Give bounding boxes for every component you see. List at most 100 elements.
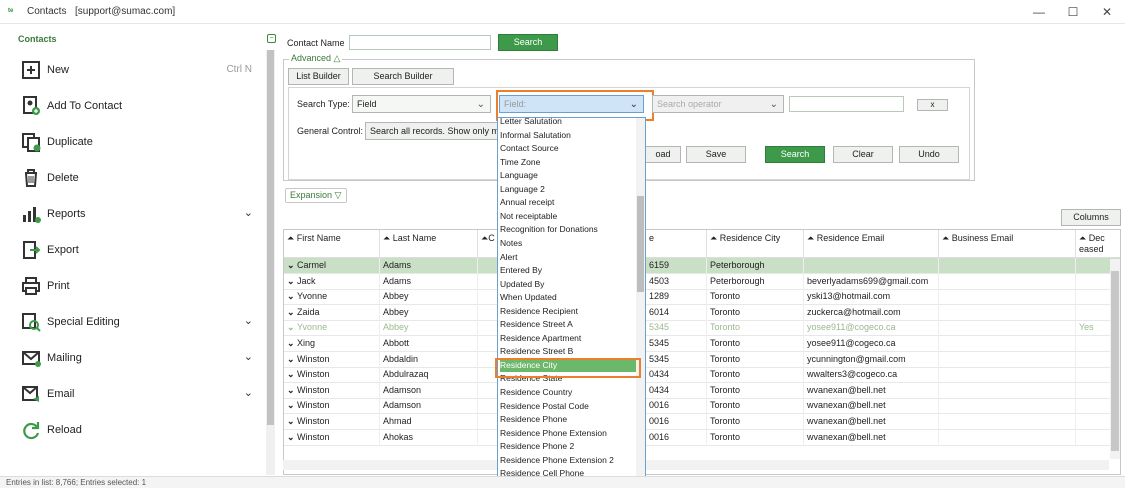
dropdown-option[interactable]: Recognition for Donations: [500, 223, 636, 236]
advanced-search-button[interactable]: Search: [765, 146, 825, 163]
row-expand-icon[interactable]: ⌄: [287, 400, 297, 410]
contact-name-input[interactable]: [349, 35, 491, 50]
dropdown-option[interactable]: Letter Salutation: [500, 118, 636, 128]
search-operator-select[interactable]: Search operator ⌄: [652, 95, 784, 113]
undo-button[interactable]: Undo: [899, 146, 959, 163]
contact-search-button[interactable]: Search: [498, 34, 558, 51]
row-expand-icon[interactable]: ⌄: [287, 338, 297, 348]
sidebar-item-mailing[interactable]: Mailing ⌄: [18, 345, 258, 371]
dropdown-option[interactable]: Residence Recipient: [500, 305, 636, 318]
close-button[interactable]: ✕: [1090, 2, 1124, 22]
scrollbar-thumb[interactable]: [1111, 271, 1119, 451]
sidebar-item-special-editing[interactable]: Special Editing ⌄: [18, 309, 258, 335]
dropdown-option[interactable]: Residence Phone 2: [500, 440, 636, 453]
row-expand-icon[interactable]: ⌄: [287, 260, 297, 270]
remove-criterion-button[interactable]: x: [917, 99, 948, 111]
sidebar-item-export[interactable]: Export: [18, 237, 258, 263]
table-row[interactable]: ⌄ Winston Ahmad 0016 Toronto wvanexan@bell.n…: [284, 414, 1120, 430]
dropdown-option[interactable]: Alert: [500, 251, 636, 264]
clear-button[interactable]: Clear: [833, 146, 893, 163]
columns-button[interactable]: Columns: [1061, 209, 1121, 226]
dropdown-option[interactable]: Residence Phone Extension 2: [500, 454, 636, 467]
sidebar-item-reload[interactable]: Reload: [18, 417, 258, 443]
dropdown-option[interactable]: Residence Street B: [500, 345, 636, 358]
scrollbar-thumb[interactable]: [637, 196, 644, 292]
grid-vertical-scrollbar[interactable]: [1110, 259, 1120, 459]
dropdown-option[interactable]: Time Zone: [500, 156, 636, 169]
row-expand-icon[interactable]: ⌄: [287, 416, 297, 426]
load-button[interactable]: oad: [645, 146, 681, 163]
dropdown-option[interactable]: When Updated: [500, 291, 636, 304]
sidebar-item-new[interactable]: New Ctrl N: [18, 57, 258, 83]
chevron-down-icon[interactable]: ⌄: [244, 350, 253, 363]
sidebar-item-add-to-contact[interactable]: Add To Contact: [18, 93, 258, 119]
row-expand-icon[interactable]: ⌄: [287, 385, 297, 395]
dropdown-option[interactable]: Language: [500, 169, 636, 182]
collapse-search-button[interactable]: −: [267, 34, 276, 43]
dropdown-scrollbar[interactable]: [636, 118, 645, 487]
dropdown-option[interactable]: Updated By: [500, 278, 636, 291]
dropdown-option[interactable]: Residence Phone Extension: [500, 427, 636, 440]
scrollbar-thumb[interactable]: [267, 50, 274, 425]
dropdown-option[interactable]: Residence Apartment: [500, 332, 636, 345]
table-row[interactable]: ⌄ Winston Abdaldin 5345 Toronto ycunnington@…: [284, 351, 1120, 368]
table-row[interactable]: ⌄ Winston Adamson 0434 Toronto wvanexan@bell…: [284, 382, 1120, 399]
dropdown-option[interactable]: Residence Phone: [500, 413, 636, 426]
minimize-button[interactable]: —: [1022, 2, 1056, 22]
row-expand-icon[interactable]: ⌄: [287, 276, 297, 286]
table-row[interactable]: ⌄ Yvonne Abbey 1289 Toronto yski13@hotmail.c…: [284, 289, 1120, 306]
row-expand-icon[interactable]: ⌄: [287, 369, 297, 379]
row-expand-icon[interactable]: ⌄: [287, 322, 297, 332]
search-builder-tab[interactable]: Search Builder: [352, 68, 454, 85]
search-value-input[interactable]: [789, 96, 904, 112]
dropdown-option[interactable]: Notes: [500, 237, 636, 250]
sidebar-item-delete[interactable]: Delete: [18, 165, 258, 191]
dropdown-option[interactable]: Contact Source: [500, 142, 636, 155]
table-row[interactable]: ⌄ Yvonne Abbey 5345 Toronto yosee911@cogeco.…: [284, 320, 1120, 337]
table-row[interactable]: ⌄ Winston Adamson 0016 Toronto wvanexan@bell…: [284, 398, 1120, 415]
row-expand-icon[interactable]: ⌄: [287, 307, 297, 317]
table-row[interactable]: ⌄ Xing Abbott 5345 Toronto yosee911@cogeco.c…: [284, 336, 1120, 352]
column-header-c[interactable]: ⏶C: [478, 230, 498, 258]
sidebar-item-print[interactable]: Print: [18, 273, 258, 299]
expansion-toggle[interactable]: Expansion ▽: [285, 188, 347, 203]
table-row[interactable]: ⌄ Carmel Adams 6159 Peterborough: [284, 258, 1120, 274]
dropdown-option[interactable]: Entered By: [500, 264, 636, 277]
chevron-down-icon[interactable]: ⌄: [244, 206, 253, 219]
sidebar-item-duplicate[interactable]: Duplicate: [18, 129, 258, 155]
list-builder-tab[interactable]: List Builder: [288, 68, 349, 85]
grid-horizontal-scrollbar[interactable]: [283, 460, 1109, 470]
dropdown-option[interactable]: Language 2: [500, 183, 636, 196]
search-type-select[interactable]: Field ⌄: [352, 95, 491, 113]
row-expand-icon[interactable]: ⌄: [287, 432, 297, 442]
chevron-down-icon[interactable]: ⌄: [244, 386, 253, 399]
save-button[interactable]: Save: [686, 146, 746, 163]
column-header-last-name[interactable]: ⏶ Last Name: [380, 230, 478, 258]
column-header-business-email[interactable]: ⏶ Business Email: [939, 230, 1076, 258]
dropdown-option[interactable]: Residence Country: [500, 386, 636, 399]
table-row[interactable]: ⌄ Winston Ahokas 0016 Toronto wvanexan@bell.…: [284, 429, 1120, 446]
sidebar-item-reports[interactable]: Reports ⌄: [18, 201, 258, 227]
dropdown-option[interactable]: Residence Postal Code: [500, 400, 636, 413]
column-header-first-name[interactable]: ⏶ First Name: [284, 230, 380, 258]
table-row[interactable]: ⌄ Zaida Abbey 6014 Toronto zuckerca@hotmail.…: [284, 304, 1120, 321]
column-header-residence-city[interactable]: ⏶ Residence City: [707, 230, 804, 258]
table-row[interactable]: ⌄ Winston Abdulrazaq 0434 Toronto wwalters3@…: [284, 367, 1120, 384]
sidebar-scrollbar[interactable]: [266, 50, 275, 475]
dropdown-option[interactable]: Informal Salutation: [500, 129, 636, 142]
chevron-down-icon[interactable]: ⌄: [244, 314, 253, 327]
column-header-deceased[interactable]: ⏶ Dec eased: [1076, 230, 1120, 258]
general-control-select[interactable]: Search all records. Show only m: [365, 122, 498, 140]
row-expand-icon[interactable]: ⌄: [287, 291, 297, 301]
dropdown-option[interactable]: Annual receipt: [500, 196, 636, 209]
row-expand-icon[interactable]: ⌄: [287, 354, 297, 364]
table-row[interactable]: ⌄ Jack Adams 4503 Peterborough beverlyadams6…: [284, 273, 1120, 290]
dropdown-option[interactable]: Not receiptable: [500, 210, 636, 223]
column-header-e[interactable]: e: [646, 230, 707, 258]
dropdown-option[interactable]: Residence Street A: [500, 318, 636, 331]
maximize-button[interactable]: ☐: [1056, 2, 1090, 22]
table-cell-phone: 0016: [646, 398, 707, 415]
advanced-toggle[interactable]: Advanced △: [289, 53, 343, 64]
sidebar-item-email[interactable]: Email ⌄: [18, 381, 258, 407]
column-header-residence-email[interactable]: ⏶ Residence Email: [804, 230, 939, 258]
